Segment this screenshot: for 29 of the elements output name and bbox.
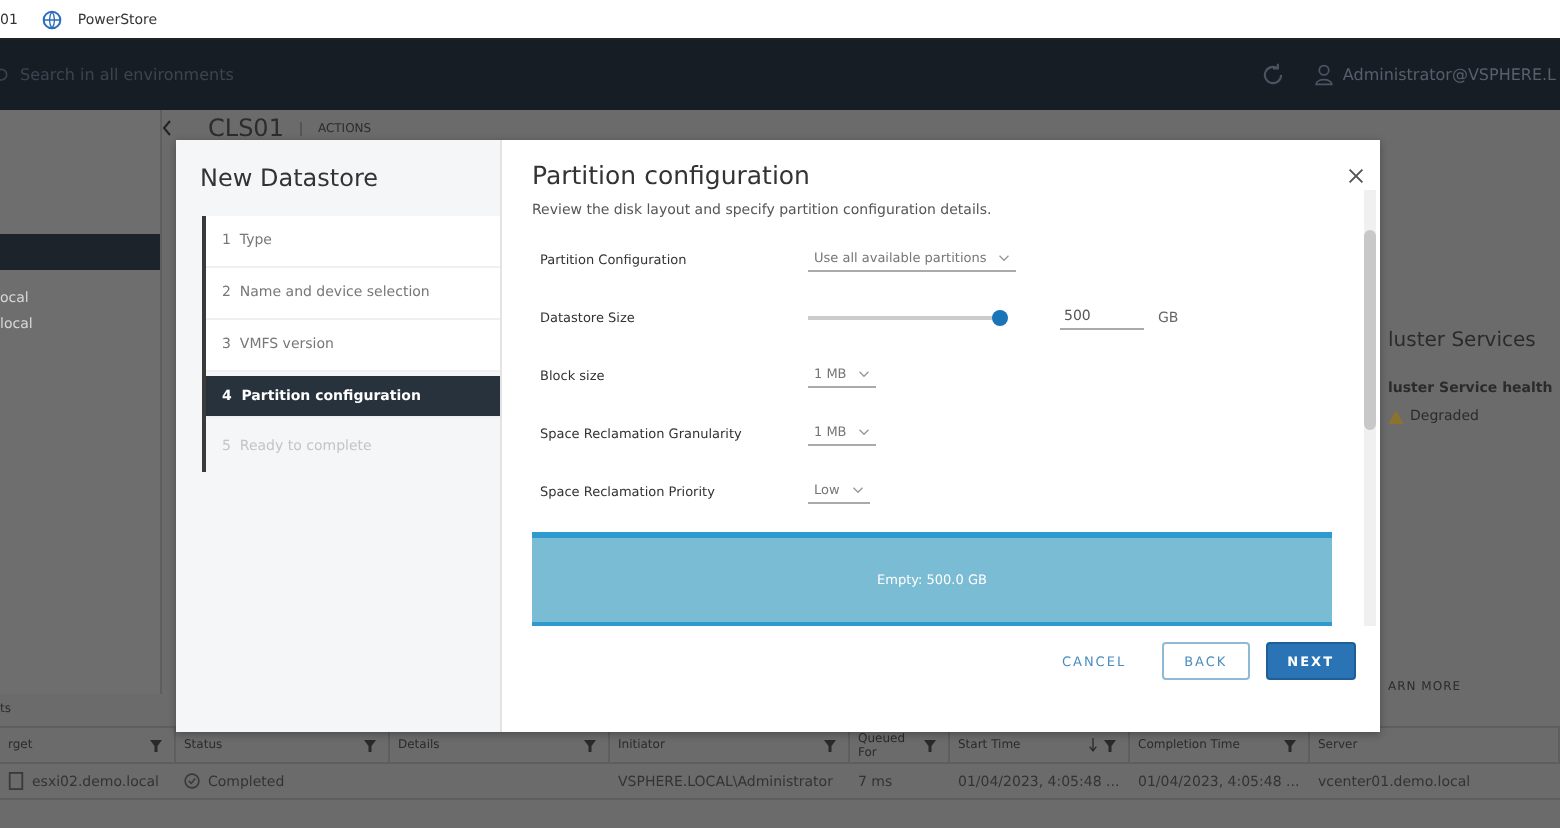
caret-icon bbox=[998, 254, 1011, 262]
user-icon bbox=[1314, 64, 1335, 86]
caret-icon bbox=[858, 428, 871, 436]
scrollbar-thumb[interactable] bbox=[1364, 230, 1376, 430]
warning-icon bbox=[1388, 409, 1404, 423]
refresh-icon[interactable] bbox=[1260, 62, 1287, 88]
filter-icon[interactable] bbox=[824, 739, 836, 751]
filter-icon[interactable] bbox=[584, 739, 596, 751]
filter-icon[interactable] bbox=[924, 739, 936, 751]
cluster-title: CLS01 bbox=[208, 114, 284, 142]
filter-icon[interactable] bbox=[150, 739, 162, 751]
page-title: Partition configuration bbox=[532, 160, 810, 190]
chevron-left-icon[interactable] bbox=[162, 120, 172, 136]
check-circle-icon bbox=[184, 772, 200, 790]
caret-icon bbox=[858, 370, 871, 378]
filter-icon[interactable] bbox=[1284, 739, 1296, 751]
dialog-title: New Datastore bbox=[200, 164, 380, 192]
filter-icon[interactable] bbox=[364, 739, 376, 751]
panel-title: luster Services bbox=[1388, 330, 1538, 352]
close-icon[interactable] bbox=[1348, 167, 1364, 183]
filter-icon[interactable] bbox=[1104, 739, 1116, 751]
globe-icon bbox=[41, 9, 62, 29]
slider-thumb[interactable] bbox=[992, 309, 1008, 325]
user-name[interactable]: Administrator@VSPHERE.L bbox=[1342, 66, 1556, 84]
caret-icon bbox=[851, 486, 864, 494]
sort-arrow-icon[interactable] bbox=[1088, 738, 1098, 752]
scrollbar[interactable] bbox=[1364, 190, 1376, 626]
server-icon bbox=[8, 772, 24, 790]
search-icon bbox=[0, 65, 12, 85]
